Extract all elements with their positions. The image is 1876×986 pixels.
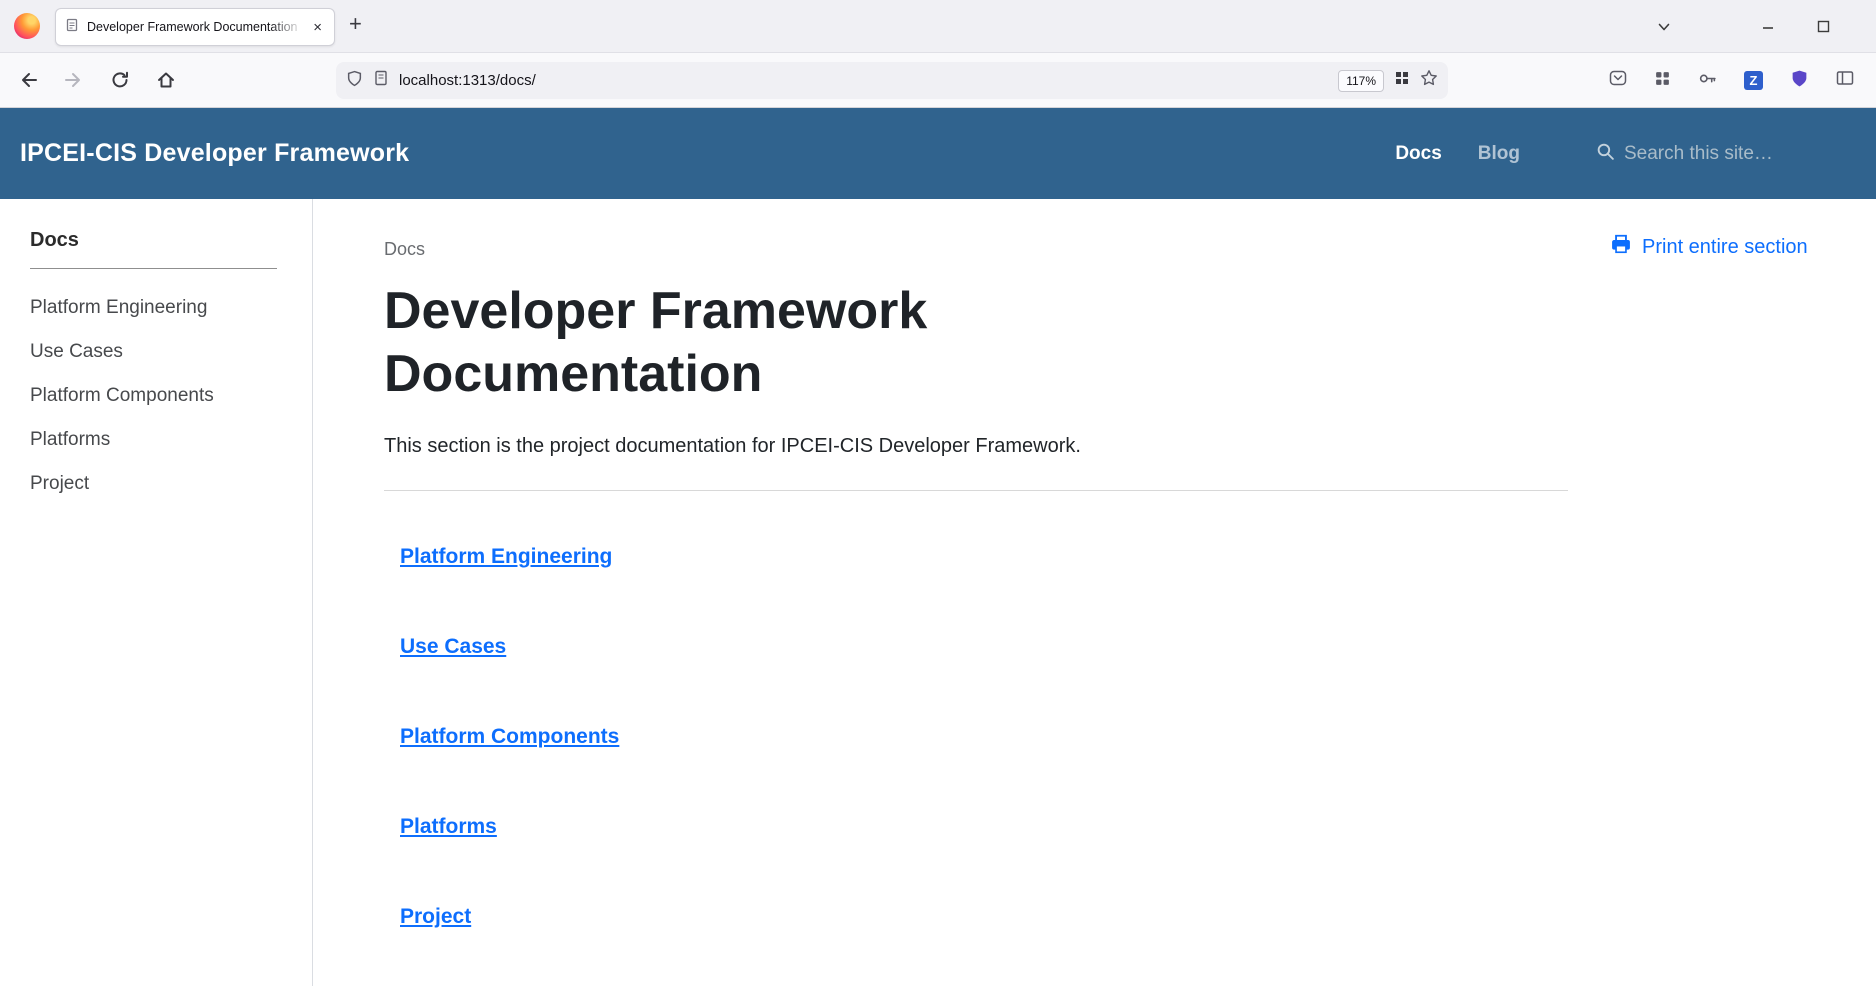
right-sidebar: Print entire section bbox=[1588, 199, 1876, 986]
tab-close-icon[interactable]: × bbox=[310, 18, 325, 37]
tracking-shield-icon[interactable] bbox=[346, 70, 363, 92]
back-icon[interactable] bbox=[18, 70, 38, 90]
browser-toolbar: localhost:1313/docs/ 117% Z bbox=[0, 53, 1876, 108]
page-title: Developer Framework Documentation bbox=[384, 280, 1224, 407]
bookmark-star-icon[interactable] bbox=[1420, 69, 1438, 92]
site-search[interactable] bbox=[1596, 142, 1856, 166]
section-link-project[interactable]: Project bbox=[400, 905, 471, 929]
main-content: Docs Developer Framework Documentation T… bbox=[313, 199, 1588, 986]
password-key-icon[interactable] bbox=[1698, 69, 1717, 93]
sidebar-nav-list: Platform Engineering Use Cases Platform … bbox=[30, 293, 288, 498]
sidebar-item-platform-engineering[interactable]: Platform Engineering bbox=[30, 293, 288, 322]
print-section-link[interactable]: Print entire section bbox=[1610, 233, 1876, 261]
privacy-shield-extension-icon[interactable] bbox=[1790, 69, 1809, 93]
url-host: localhost bbox=[399, 72, 458, 89]
zoom-level-badge[interactable]: 117% bbox=[1338, 70, 1384, 92]
sidebar-toggle-icon[interactable] bbox=[1836, 69, 1854, 92]
home-icon[interactable] bbox=[156, 70, 176, 90]
browser-tab[interactable]: Developer Framework Documentation × bbox=[55, 8, 335, 46]
print-link-label: Print entire section bbox=[1642, 236, 1808, 259]
url-path: :1313/docs/ bbox=[458, 72, 536, 89]
page-body: Docs Platform Engineering Use Cases Plat… bbox=[0, 199, 1876, 986]
intro-paragraph: This section is the project documentatio… bbox=[384, 435, 1568, 458]
tab-bar: Developer Framework Documentation × + bbox=[0, 0, 1876, 53]
search-input[interactable] bbox=[1624, 143, 1856, 165]
url-text[interactable]: localhost:1313/docs/ bbox=[399, 72, 1328, 89]
pocket-icon[interactable] bbox=[1609, 69, 1627, 92]
sidebar-item-platform-components[interactable]: Platform Components bbox=[30, 381, 288, 410]
maximize-button[interactable] bbox=[1817, 0, 1830, 53]
reload-icon[interactable] bbox=[110, 70, 130, 90]
zotero-extension-icon[interactable]: Z bbox=[1744, 71, 1763, 90]
divider bbox=[384, 490, 1568, 491]
site-info-page-icon[interactable] bbox=[373, 70, 389, 91]
section-link-platform-components[interactable]: Platform Components bbox=[400, 725, 619, 749]
section-link-use-cases[interactable]: Use Cases bbox=[400, 635, 506, 659]
section-link-platform-engineering[interactable]: Platform Engineering bbox=[400, 545, 612, 569]
docs-sidebar: Docs Platform Engineering Use Cases Plat… bbox=[0, 199, 313, 986]
site-header: IPCEI-CIS Developer Framework Docs Blog bbox=[0, 108, 1876, 199]
sidebar-item-project[interactable]: Project bbox=[30, 469, 288, 498]
site-nav: Docs Blog bbox=[1395, 142, 1856, 166]
firefox-logo-icon[interactable] bbox=[14, 13, 40, 39]
extensions-icon[interactable] bbox=[1654, 70, 1671, 92]
search-icon bbox=[1596, 142, 1615, 166]
containers-grid-icon[interactable] bbox=[1394, 70, 1410, 91]
sidebar-item-platforms[interactable]: Platforms bbox=[30, 425, 288, 454]
sidebar-item-use-cases[interactable]: Use Cases bbox=[30, 337, 288, 366]
nav-item-blog[interactable]: Blog bbox=[1478, 143, 1520, 165]
section-link-platforms[interactable]: Platforms bbox=[400, 815, 497, 839]
new-tab-button[interactable]: + bbox=[349, 11, 362, 37]
breadcrumb: Docs bbox=[384, 239, 1568, 260]
url-bar[interactable]: localhost:1313/docs/ 117% bbox=[336, 62, 1448, 99]
tab-title: Developer Framework Documentation bbox=[87, 20, 310, 34]
sidebar-heading: Docs bbox=[30, 229, 277, 269]
browser-chrome: Developer Framework Documentation × + bbox=[0, 0, 1876, 108]
minimize-button[interactable] bbox=[1761, 0, 1775, 53]
tab-favicon-icon bbox=[65, 18, 79, 37]
printer-icon bbox=[1610, 233, 1632, 261]
forward-icon[interactable] bbox=[64, 70, 84, 90]
tab-list-chevron-icon[interactable] bbox=[1657, 0, 1671, 53]
nav-item-docs[interactable]: Docs bbox=[1395, 143, 1441, 165]
site-title[interactable]: IPCEI-CIS Developer Framework bbox=[20, 139, 409, 168]
